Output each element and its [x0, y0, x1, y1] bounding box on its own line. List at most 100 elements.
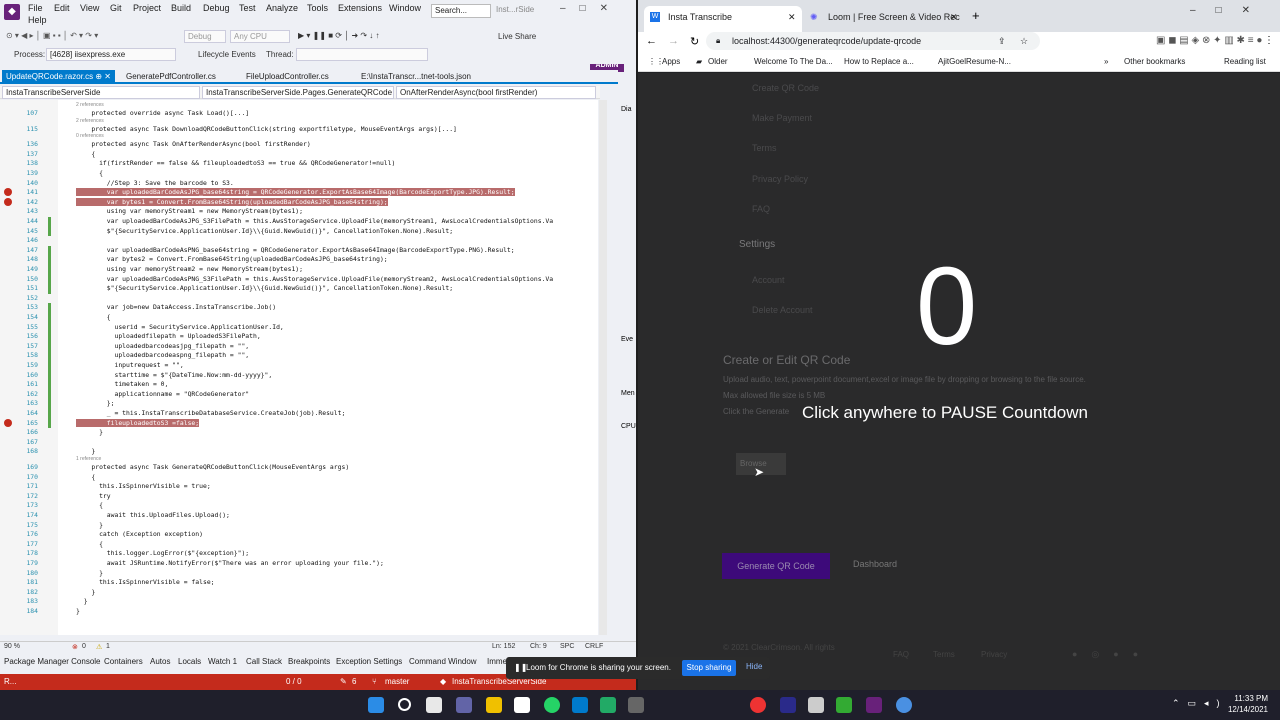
- code-line[interactable]: protected async Task GenerateQRCodeButto…: [76, 463, 349, 471]
- menu-build[interactable]: Build: [171, 3, 191, 13]
- zoom-level[interactable]: 90 %: [4, 643, 20, 650]
- git-changes-count[interactable]: 0 / 0: [286, 677, 302, 686]
- code-line[interactable]: var bytes2 = Convert.FromBase64String(up…: [76, 255, 388, 263]
- code-line[interactable]: var job=new DataAccess.InstaTranscribe.J…: [76, 303, 276, 311]
- reference-count[interactable]: 1 reference: [76, 456, 101, 462]
- bookmark-other[interactable]: Other bookmarks: [1124, 57, 1185, 66]
- app-icon[interactable]: [600, 697, 616, 713]
- side-tab-diagnostic[interactable]: Dia: [621, 106, 632, 113]
- code-line[interactable]: protected async Task DownloadQRCodeButto…: [76, 125, 457, 133]
- code-line[interactable]: var uploadedBarCodeAsPNG_S3FilePath = th…: [76, 275, 553, 283]
- menu-edit[interactable]: Edit: [54, 3, 70, 13]
- social-icons[interactable]: ●◎●●: [1072, 649, 1152, 660]
- close-tab-icon[interactable]: ✕: [950, 6, 958, 28]
- stop-sharing-button[interactable]: Stop sharing: [682, 660, 736, 676]
- tab-breakpoints[interactable]: Breakpoints: [288, 657, 330, 666]
- menu-git[interactable]: Git: [110, 3, 122, 13]
- side-tab-memory[interactable]: Men: [621, 390, 635, 397]
- bookmark-how-to-replace[interactable]: How to Replace a...: [844, 57, 914, 66]
- side-tab-events[interactable]: Eve: [621, 336, 633, 343]
- code-line[interactable]: inputrequest = "",: [76, 361, 183, 369]
- code-line[interactable]: _ = this.InstaTranscribeDatabaseService.…: [76, 409, 346, 417]
- star-icon[interactable]: ☆: [1020, 32, 1028, 50]
- code-line[interactable]: $"{SecurityService.ApplicationUser.Id}\\…: [76, 227, 453, 235]
- editor-gutter[interactable]: 107 115 136 137 138 139 140 141 142 143 144 145 146 1…: [0, 100, 58, 635]
- forward-icon[interactable]: →: [668, 35, 679, 47]
- code-line[interactable]: this.IsSpinnerVisible = true;: [76, 482, 211, 490]
- tab-locals[interactable]: Locals: [178, 657, 201, 666]
- tab-loom[interactable]: ✺ Loom | Free Screen & Video Rec ✕: [804, 6, 964, 32]
- code-line[interactable]: var uploadedBarCodeAsJPG_base64string = …: [76, 188, 515, 197]
- tab-package-manager[interactable]: Package Manager Console: [4, 657, 101, 666]
- code-line[interactable]: {: [76, 473, 95, 481]
- bookmark-reading-list[interactable]: Reading list: [1224, 57, 1266, 66]
- code-line[interactable]: }: [76, 428, 103, 436]
- git-branch[interactable]: master: [385, 677, 409, 686]
- reference-count[interactable]: 2 references: [76, 102, 104, 108]
- menu-extensions[interactable]: Extensions: [338, 3, 382, 13]
- back-icon[interactable]: ←: [646, 35, 657, 47]
- breakpoint-icon[interactable]: [4, 197, 12, 206]
- code-line[interactable]: applicationname = "QRCodeGenerator": [76, 390, 249, 398]
- app-icon-2[interactable]: [628, 697, 644, 713]
- code-line[interactable]: var uploadedBarCodeAsPNG_base64string = …: [76, 246, 515, 254]
- chrome-window-controls[interactable]: –□✕: [1190, 5, 1270, 16]
- footer-privacy[interactable]: Privacy: [981, 650, 1007, 659]
- footer-faq[interactable]: FAQ: [893, 650, 909, 659]
- project-dropdown[interactable]: InstaTranscribeServerSide: [2, 86, 200, 99]
- code-line[interactable]: using var memoryStream2 = new MemoryStre…: [76, 265, 303, 273]
- side-tab-cpu[interactable]: CPU: [621, 423, 636, 430]
- code-line[interactable]: await this.UploadFiles.Upload();: [76, 511, 230, 519]
- nav-privacy[interactable]: Privacy Policy: [752, 174, 808, 184]
- hide-share-button[interactable]: Hide: [746, 662, 762, 671]
- nav-terms[interactable]: Terms: [752, 143, 777, 153]
- tab-watch[interactable]: Watch 1: [208, 657, 237, 666]
- app-icon-3[interactable]: [750, 697, 766, 713]
- code-line[interactable]: timetaken = 0,: [76, 380, 168, 388]
- back-forward-icons[interactable]: ⊙ ▾ ◀ ▸ │ ▣ ▪ ▪ │ ↶ ▾ ↷ ▾: [6, 31, 98, 40]
- chrome-menu-icon[interactable]: ⋮: [1264, 35, 1274, 46]
- code-line[interactable]: };: [76, 399, 115, 407]
- menu-tools[interactable]: Tools: [307, 3, 328, 13]
- teams-icon[interactable]: [456, 697, 472, 713]
- app-icon-5[interactable]: [808, 697, 824, 713]
- nav-create-qr[interactable]: Create QR Code: [752, 83, 819, 93]
- dashboard-link[interactable]: Dashboard: [853, 559, 897, 569]
- code-line[interactable]: this.IsSpinnerVisible = false;: [76, 578, 214, 586]
- class-dropdown[interactable]: InstaTranscribeServerSide.Pages.Generate…: [202, 86, 394, 99]
- code-line[interactable]: var bytes1 = Convert.FromBase64String(up…: [76, 197, 388, 206]
- menu-debug[interactable]: Debug: [203, 3, 230, 13]
- code-line[interactable]: }: [76, 521, 103, 529]
- pending-edits-count[interactable]: 6: [352, 677, 356, 686]
- thread-dropdown[interactable]: [296, 48, 428, 61]
- editor-scrollbar[interactable]: [599, 100, 607, 635]
- code-line[interactable]: $"{SecurityService.ApplicationUser.Id}\\…: [76, 284, 453, 292]
- tab-insta-transcribe[interactable]: W Insta Transcribe ✕: [644, 6, 802, 32]
- start-icon[interactable]: [368, 697, 384, 713]
- code-line[interactable]: //Step 3: Save the barcode to S3.: [76, 179, 234, 187]
- error-count[interactable]: 0: [82, 643, 86, 650]
- bookmark-older[interactable]: Older: [708, 57, 728, 66]
- whatsapp-icon[interactable]: [544, 697, 560, 713]
- nav-delete-account[interactable]: Delete Account: [752, 305, 813, 315]
- code-line[interactable]: this.logger.LogError($"{exception}");: [76, 549, 249, 557]
- taskbar-clock[interactable]: 11:33 PM 12/14/2021: [1196, 693, 1268, 715]
- nav-make-payment[interactable]: Make Payment: [752, 113, 812, 123]
- code-line[interactable]: }: [76, 588, 95, 596]
- pause-countdown-text[interactable]: Click anywhere to PAUSE Countdown: [802, 403, 1088, 423]
- code-line[interactable]: if(firstRender == false && fileuploadedt…: [76, 159, 395, 167]
- code-line[interactable]: uploadedbarcodeasjpg_filepath = "",: [76, 342, 249, 350]
- tab-fileupload[interactable]: FileUploadController.cs: [242, 70, 333, 84]
- task-view-icon[interactable]: [426, 697, 442, 713]
- process-dropdown[interactable]: [4628] iisexpress.exe: [46, 48, 176, 61]
- live-share-button[interactable]: Live Share: [498, 32, 536, 41]
- code-line[interactable]: {: [76, 169, 103, 177]
- new-tab-icon[interactable]: +: [972, 8, 980, 23]
- chrome-icon[interactable]: [896, 697, 912, 713]
- reference-count[interactable]: 0 references: [76, 133, 104, 139]
- code-line[interactable]: }: [76, 607, 80, 615]
- breakpoint-icon[interactable]: [4, 418, 12, 427]
- tab-command-window[interactable]: Command Window: [409, 657, 477, 666]
- code-line[interactable]: await JSRuntime.NotifyError($"There was …: [76, 559, 384, 567]
- code-line[interactable]: catch (Exception exception): [76, 530, 203, 538]
